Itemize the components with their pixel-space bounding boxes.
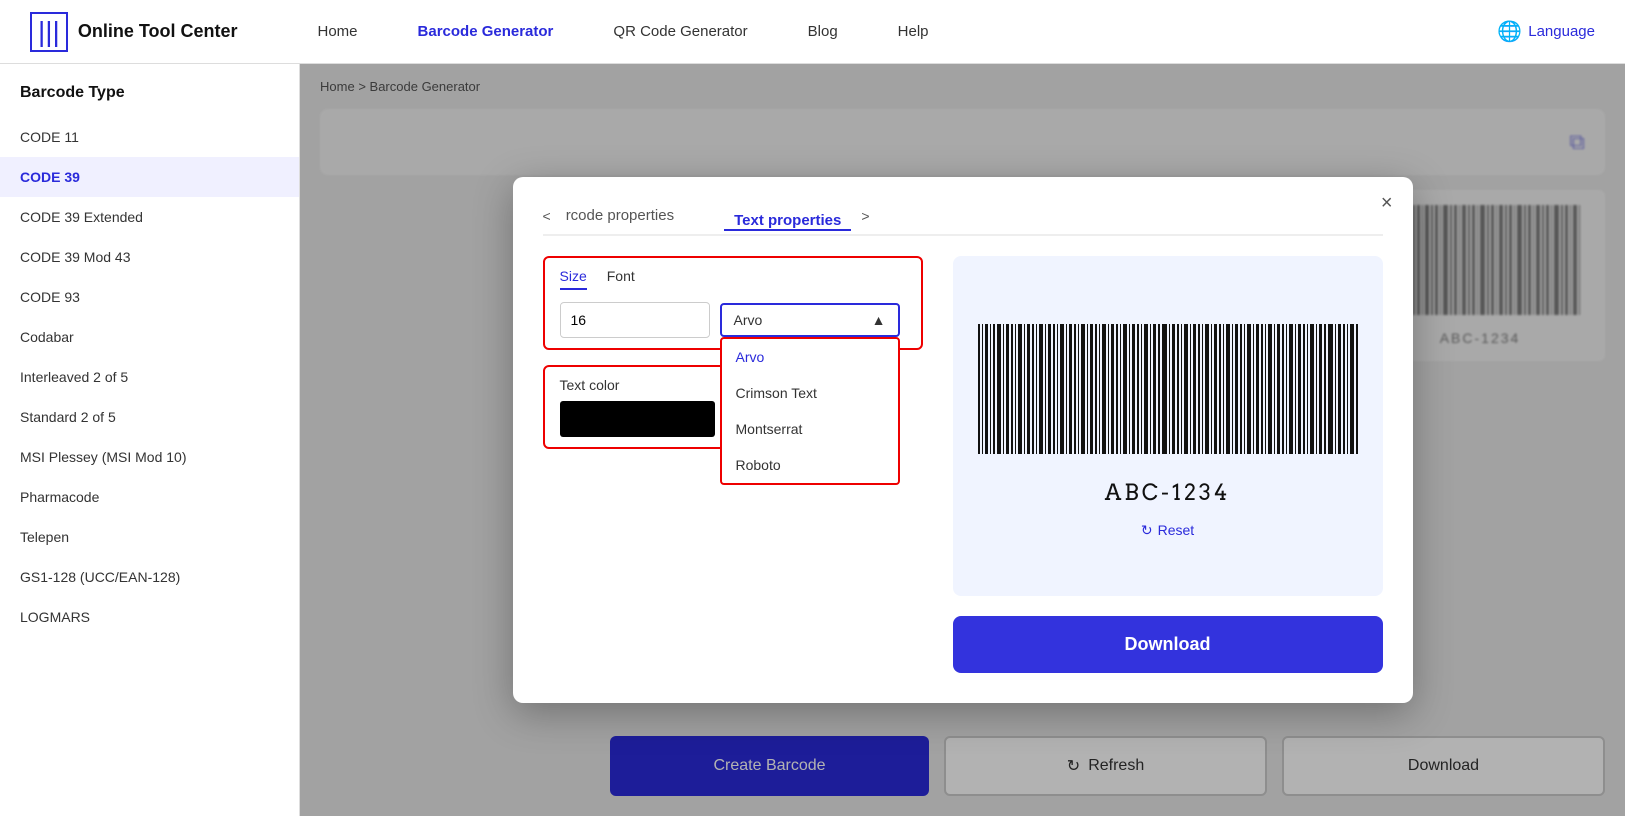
main-container: Barcode Type CODE 11 CODE 39 CODE 39 Ext… [0, 64, 1625, 816]
text-color-label: Text color [560, 377, 715, 393]
modal-overlay: × < rcode properties Text properties > [300, 64, 1625, 816]
sidebar: Barcode Type CODE 11 CODE 39 CODE 39 Ext… [0, 64, 300, 816]
sidebar-item-standard2of5[interactable]: Standard 2 of 5 [0, 397, 299, 437]
logo-icon: ||| [30, 12, 68, 52]
modal-close-button[interactable]: × [1381, 192, 1393, 215]
size-tab[interactable]: Size [560, 268, 587, 290]
sidebar-title: Barcode Type [0, 84, 299, 117]
color-swatch[interactable] [560, 401, 715, 437]
sidebar-item-code39[interactable]: CODE 39 [0, 157, 299, 197]
size-font-section: Size Font ▲ ▼ [543, 256, 923, 350]
modal-left-panel: Size Font ▲ ▼ [543, 256, 923, 673]
reset-icon: ↻ [1141, 522, 1153, 539]
modal-tabs: < rcode properties Text properties > [543, 207, 1383, 236]
tab-text-properties[interactable]: Text properties [724, 212, 851, 231]
language-button[interactable]: 🌐 Language [1497, 19, 1595, 44]
logo: ||| Online Tool Center [30, 12, 238, 52]
prev-tab-arrow: < [543, 208, 551, 224]
sidebar-item-logmars[interactable]: LOGMARS [0, 597, 299, 637]
reset-button[interactable]: ↻ Reset [1141, 522, 1194, 539]
content-area: Home > Barcode Generator ⧉ [300, 64, 1625, 816]
nav: Home Barcode Generator QR Code Generator… [318, 23, 1498, 40]
modal: × < rcode properties Text properties > [513, 177, 1413, 703]
sidebar-item-code93[interactable]: CODE 93 [0, 277, 299, 317]
font-selected-label: Arvo [734, 312, 763, 328]
nav-help[interactable]: Help [898, 23, 929, 40]
font-dropdown-button[interactable]: Arvo ▲ [720, 303, 900, 337]
nav-blog[interactable]: Blog [808, 23, 838, 40]
size-font-tabs: Size Font [560, 268, 906, 290]
sidebar-item-codabar[interactable]: Codabar [0, 317, 299, 357]
font-option-roboto[interactable]: Roboto [722, 447, 898, 483]
globe-icon: 🌐 [1497, 19, 1522, 44]
size-input-field[interactable]: ▲ ▼ [560, 302, 710, 338]
barcode-label: ABC-1234 [1105, 480, 1231, 507]
font-dropdown: Arvo ▲ Arvo Crimson Text Montserrat Robo… [720, 303, 900, 337]
sidebar-item-msi[interactable]: MSI Plessey (MSI Mod 10) [0, 437, 299, 477]
language-label: Language [1528, 23, 1595, 40]
barcode-preview-svg [978, 324, 1358, 474]
text-color-section: Text color [543, 365, 732, 449]
barcode-preview: ABC-1234 ↻ Reset [953, 256, 1383, 596]
sidebar-item-interleaved[interactable]: Interleaved 2 of 5 [0, 357, 299, 397]
chevron-up-icon: ▲ [872, 312, 886, 328]
nav-barcode-generator[interactable]: Barcode Generator [418, 23, 554, 40]
font-option-crimson[interactable]: Crimson Text [722, 375, 898, 411]
sidebar-item-code39ext[interactable]: CODE 39 Extended [0, 197, 299, 237]
font-tab[interactable]: Font [607, 268, 635, 290]
nav-home[interactable]: Home [318, 23, 358, 40]
size-value-input[interactable] [561, 304, 710, 336]
barcode-svg-container: ABC-1234 [978, 324, 1358, 507]
nav-qr-code-generator[interactable]: QR Code Generator [613, 23, 747, 40]
sidebar-item-pharmacode[interactable]: Pharmacode [0, 477, 299, 517]
size-font-inputs: ▲ ▼ Arvo ▲ [560, 302, 906, 338]
sidebar-item-code11[interactable]: CODE 11 [0, 117, 299, 157]
logo-text: Online Tool Center [78, 21, 238, 42]
font-option-montserrat[interactable]: Montserrat [722, 411, 898, 447]
sidebar-item-gs1[interactable]: GS1-128 (UCC/EAN-128) [0, 557, 299, 597]
font-options-list: Arvo Crimson Text Montserrat Roboto [720, 337, 900, 485]
next-tab-arrow: > [861, 208, 869, 224]
modal-body: Size Font ▲ ▼ [543, 256, 1383, 673]
sidebar-item-telepen[interactable]: Telepen [0, 517, 299, 557]
sidebar-item-code39mod43[interactable]: CODE 39 Mod 43 [0, 237, 299, 277]
header: ||| Online Tool Center Home Barcode Gene… [0, 0, 1625, 64]
modal-right-panel: ABC-1234 ↻ Reset Download [953, 256, 1383, 673]
font-option-arvo[interactable]: Arvo [722, 339, 898, 375]
modal-download-button[interactable]: Download [953, 616, 1383, 673]
tab-barcode-properties[interactable]: rcode properties [556, 207, 684, 224]
